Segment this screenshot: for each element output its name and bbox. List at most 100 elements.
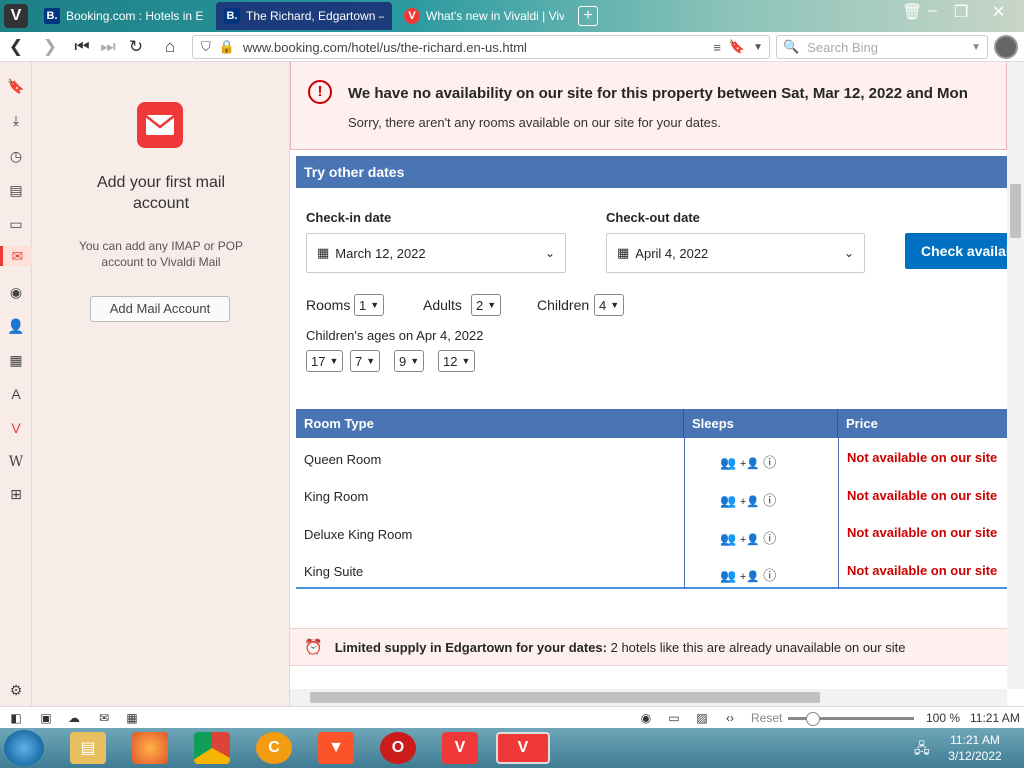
children-ages-label: Children's ages on Apr 4, 2022 xyxy=(306,328,484,343)
rewind-icon[interactable]: ⏮ xyxy=(72,37,92,57)
network-icon[interactable]: 🖧 xyxy=(914,738,930,762)
forward-icon[interactable]: ❯ xyxy=(40,37,60,57)
downloads-icon[interactable]: ⤓ xyxy=(6,110,26,130)
window-panel-icon[interactable]: ▭ xyxy=(6,214,26,234)
zoom-reset-button[interactable]: Reset xyxy=(751,711,782,725)
file-explorer-icon[interactable]: ▤ xyxy=(70,732,106,764)
child-age-select-1[interactable]: 17 ▼ xyxy=(306,350,344,372)
room-name-queen[interactable]: Queen Room xyxy=(304,452,381,467)
reader-view-icon[interactable]: ≡ xyxy=(713,40,721,55)
horizontal-scrollbar-thumb[interactable] xyxy=(310,692,820,703)
feeds-icon[interactable]: ◉ xyxy=(6,282,26,302)
mail-status-icon[interactable]: ✉ xyxy=(96,710,112,726)
page-actions-icon[interactable]: ‹› xyxy=(722,710,738,726)
history-icon[interactable]: ◷ xyxy=(6,146,26,166)
chevron-down-icon: ▼ xyxy=(329,356,339,366)
vivaldi-menu-icon[interactable]: V xyxy=(4,4,28,28)
room-name-king-suite[interactable]: King Suite xyxy=(304,564,363,579)
notes-icon[interactable]: ▤ xyxy=(6,180,26,200)
images-icon[interactable]: ▨ xyxy=(694,710,710,726)
calendar-icon[interactable]: ▦ xyxy=(6,350,26,370)
opera-icon[interactable]: O xyxy=(380,732,416,764)
limited-supply-text: Limited supply in Edgartown for your dat… xyxy=(335,640,906,655)
child-age-value: 12 xyxy=(443,353,458,369)
chevron-down-icon: ▼ xyxy=(370,300,380,310)
alert-title: We have no availability on our site for … xyxy=(348,85,968,102)
vertical-scrollbar-thumb[interactable] xyxy=(1010,184,1021,238)
children-select[interactable]: 4 ▼ xyxy=(594,294,625,316)
maximize-icon[interactable]: ❐ xyxy=(954,2,968,22)
child-age-value: 7 xyxy=(355,353,363,369)
booking-favicon-icon: B. xyxy=(224,8,240,24)
room-name-king[interactable]: King Room xyxy=(304,489,368,504)
home-icon[interactable]: ⌂ xyxy=(160,37,180,57)
contacts-icon[interactable]: 👤 xyxy=(6,316,26,336)
vivaldi-web-panel-icon[interactable]: V xyxy=(6,418,26,438)
tab-the-richard[interactable]: B. The Richard, Edgartown – U xyxy=(216,2,392,30)
bookmark-icon[interactable]: 🔖 xyxy=(729,39,745,55)
rooms-label: Rooms xyxy=(306,297,351,313)
checkin-date-picker[interactable]: ▦ March 12, 2022 ⌄ xyxy=(306,233,566,273)
brave-icon[interactable]: ▼ xyxy=(318,732,354,764)
adults-select[interactable]: 2 ▼ xyxy=(471,294,502,316)
vivaldi-active-taskbar-icon[interactable]: V xyxy=(496,732,550,764)
cloud-sync-icon[interactable]: ☁ xyxy=(66,710,82,726)
check-availability-button[interactable]: Check availab xyxy=(905,233,1007,269)
checkout-date-picker[interactable]: ▦ April 4, 2022 ⌄ xyxy=(606,233,865,273)
sleeps-occupancy-icon: 👥 +👤 ⓘ xyxy=(720,531,777,546)
tab-booking-edgartown[interactable]: B. Booking.com : Hotels in Edgartown xyxy=(36,2,212,30)
vivaldi-taskbar-icon[interactable]: V xyxy=(442,732,478,764)
chevron-down-icon: ▼ xyxy=(366,356,376,366)
panel-toggle-icon[interactable]: ◧ xyxy=(8,710,24,726)
capture-icon[interactable]: ◉ xyxy=(638,710,654,726)
url-field[interactable]: ⛉ 🔒 www.booking.com/hotel/us/the-richard… xyxy=(192,35,770,59)
settings-gear-icon[interactable]: ⚙ xyxy=(6,680,26,700)
add-mail-account-button[interactable]: Add Mail Account xyxy=(90,296,230,322)
new-tab-button[interactable]: + xyxy=(578,6,598,26)
fast-forward-icon[interactable]: ⏭ xyxy=(98,37,118,57)
limited-supply-notice: ⏰ Limited supply in Edgartown for your d… xyxy=(290,628,1007,666)
child-age-select-2[interactable]: 7 ▼ xyxy=(350,350,381,372)
tab-vivaldi-whats-new[interactable]: V What's new in Vivaldi | Vivaldi xyxy=(396,2,572,30)
taskbar-clock[interactable]: 11:21 AM 3/12/2022 xyxy=(930,732,1020,764)
back-icon[interactable]: ❮ xyxy=(6,37,26,57)
bookmarks-icon[interactable]: 🔖 xyxy=(6,76,26,96)
close-icon[interactable]: ✕ xyxy=(992,2,1005,22)
child-age-select-4[interactable]: 12 ▼ xyxy=(438,350,476,372)
side-panel-bar: 🔖 ⤓ ◷ ▤ ▭ ✉ ◉ 👤 ▦ A V W ⊞ ⚙ xyxy=(0,62,32,706)
no-availability-alert: ! We have no availability on our site fo… xyxy=(290,62,1007,150)
rooms-select[interactable]: 1 ▼ xyxy=(354,294,385,316)
shield-icon[interactable]: ⛉ xyxy=(201,39,211,55)
chevron-down-icon[interactable]: ▼ xyxy=(753,42,763,53)
windows-start-icon[interactable] xyxy=(4,730,44,766)
tab-label: What's new in Vivaldi | Vivaldi xyxy=(426,9,564,23)
add-panel-icon[interactable]: ⊞ xyxy=(6,484,26,504)
wikipedia-icon[interactable]: W xyxy=(6,452,26,472)
calendar-status-icon[interactable]: ▦ xyxy=(124,710,140,726)
mail-icon[interactable]: ✉ xyxy=(0,246,32,266)
search-input[interactable]: 🔍 Search Bing ▼ xyxy=(776,35,988,59)
lock-icon: 🔒 xyxy=(218,39,235,54)
room-table-header: Room Type Sleeps Price xyxy=(296,409,1007,438)
header-room-type: Room Type xyxy=(296,409,684,438)
tiling-icon[interactable]: ▭ xyxy=(666,710,682,726)
child-age-value: 9 xyxy=(399,353,407,369)
translate-icon[interactable]: A xyxy=(6,384,26,404)
minimize-icon[interactable]: – xyxy=(928,2,937,20)
ccleaner-icon[interactable]: C xyxy=(256,732,292,764)
child-age-select-3[interactable]: 9 ▼ xyxy=(394,350,425,372)
tab-label: The Richard, Edgartown – U xyxy=(246,9,384,23)
zoom-slider-handle[interactable] xyxy=(806,712,820,726)
trash-icon[interactable]: 🗑 xyxy=(902,2,922,22)
room-name-deluxe-king[interactable]: Deluxe King Room xyxy=(304,527,412,542)
profile-avatar[interactable] xyxy=(994,35,1018,59)
column-divider xyxy=(838,438,839,589)
calendar-icon: ▦ xyxy=(617,245,630,260)
firefox-icon[interactable] xyxy=(132,732,168,764)
vertical-scrollbar[interactable] xyxy=(1007,62,1024,689)
tile-tabs-icon[interactable]: ▣ xyxy=(38,710,54,726)
status-clock: 11:21 AM xyxy=(970,711,1020,725)
reload-icon[interactable]: ↻ xyxy=(126,37,146,57)
chevron-down-icon[interactable]: ▼ xyxy=(971,42,981,53)
chrome-icon[interactable] xyxy=(194,732,230,764)
